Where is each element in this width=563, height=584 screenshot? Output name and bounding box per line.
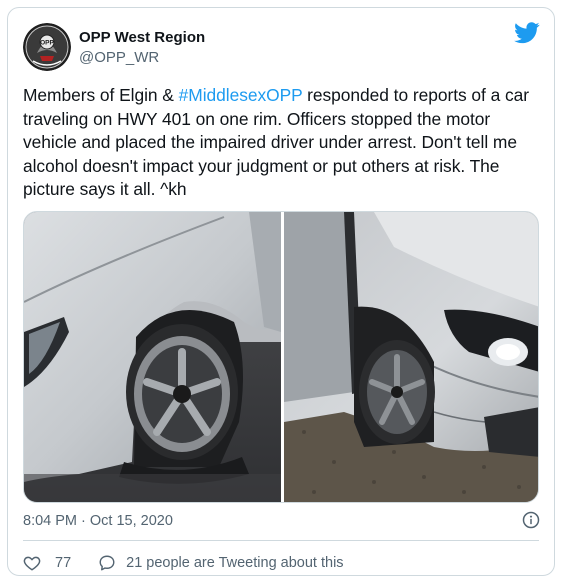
speech-bubble-icon bbox=[99, 555, 115, 571]
tweet-actions: 77 21 people are Tweeting about this bbox=[23, 551, 344, 575]
logo-text: OPP bbox=[40, 40, 54, 47]
tweet-text: Members of Elgin & #MiddlesexOPP respond… bbox=[23, 84, 545, 202]
talk-link[interactable]: 21 people are Tweeting about this bbox=[98, 554, 344, 572]
timestamp[interactable]: 8:04 PM · Oct 15, 2020 bbox=[23, 513, 173, 529]
heart-icon[interactable] bbox=[23, 554, 41, 572]
opp-badge-icon: OPP bbox=[23, 23, 71, 71]
talk-label: 21 people are Tweeting about this bbox=[126, 555, 344, 571]
author-handle[interactable]: @OPP_WR bbox=[79, 49, 159, 66]
photo-left-wheel[interactable] bbox=[24, 212, 281, 502]
twitter-bird-icon[interactable] bbox=[514, 22, 540, 44]
photo-right-front[interactable] bbox=[284, 212, 539, 502]
divider bbox=[23, 540, 539, 541]
tweet-card: OPP OPP West Region @OPP_WR Members of E… bbox=[7, 7, 555, 576]
tweet-text-part1: Members of Elgin & bbox=[23, 85, 179, 105]
author-name[interactable]: OPP West Region bbox=[79, 29, 205, 46]
like-count[interactable]: 77 bbox=[55, 555, 71, 571]
avatar[interactable]: OPP bbox=[23, 23, 71, 71]
hashtag-link[interactable]: #MiddlesexOPP bbox=[179, 85, 303, 105]
media-grid bbox=[23, 211, 539, 503]
info-icon[interactable] bbox=[522, 511, 540, 529]
